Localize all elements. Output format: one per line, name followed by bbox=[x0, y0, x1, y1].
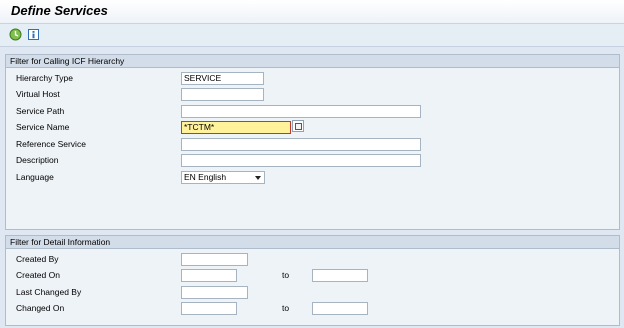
created-on-to-label: to bbox=[282, 270, 290, 280]
created-on-to-field[interactable] bbox=[312, 269, 368, 282]
created-on-from-field[interactable] bbox=[181, 269, 237, 282]
created-by-field[interactable] bbox=[181, 253, 248, 266]
language-selected-value: EN English bbox=[184, 172, 227, 182]
changed-on-from-field[interactable] bbox=[181, 302, 237, 315]
service-path-field[interactable] bbox=[181, 105, 421, 118]
last-changed-by-label: Last Changed By bbox=[16, 287, 82, 297]
description-label: Description bbox=[16, 155, 59, 165]
service-path-label: Service Path bbox=[16, 106, 65, 116]
changed-on-to-field[interactable] bbox=[312, 302, 368, 315]
detail-information-filter-panel: Filter for Detail Information Created By… bbox=[5, 235, 620, 326]
changed-on-to-label: to bbox=[282, 303, 290, 313]
reference-service-field[interactable] bbox=[181, 138, 421, 151]
language-label: Language bbox=[16, 172, 54, 182]
reference-service-label: Reference Service bbox=[16, 139, 86, 149]
language-dropdown[interactable]: EN English bbox=[181, 171, 265, 184]
hierarchy-type-label: Hierarchy Type bbox=[16, 73, 74, 83]
changed-on-label: Changed On bbox=[16, 303, 65, 313]
created-by-label: Created By bbox=[16, 254, 59, 264]
title-bar: Define Services bbox=[0, 0, 624, 24]
information-button[interactable] bbox=[26, 27, 40, 41]
panel-heading: Filter for Calling ICF Hierarchy bbox=[6, 55, 619, 68]
service-name-field[interactable]: *TCTM* bbox=[181, 121, 291, 134]
virtual-host-field[interactable] bbox=[181, 88, 264, 101]
panel-heading: Filter for Detail Information bbox=[6, 236, 619, 249]
application-toolbar bbox=[0, 24, 624, 47]
virtual-host-label: Virtual Host bbox=[16, 89, 60, 99]
icf-hierarchy-filter-panel: Filter for Calling ICF Hierarchy Hierarc… bbox=[5, 54, 620, 230]
description-field[interactable] bbox=[181, 154, 421, 167]
page-title: Define Services bbox=[11, 3, 108, 18]
created-on-label: Created On bbox=[16, 270, 60, 280]
information-icon bbox=[27, 28, 39, 40]
value-help-button[interactable] bbox=[292, 120, 304, 132]
chevron-down-icon bbox=[255, 176, 261, 180]
execute-clock-icon bbox=[9, 28, 21, 40]
execute-button[interactable] bbox=[8, 27, 22, 41]
hierarchy-type-field[interactable]: SERVICE bbox=[181, 72, 264, 85]
service-name-label: Service Name bbox=[16, 122, 70, 132]
last-changed-by-field[interactable] bbox=[181, 286, 248, 299]
